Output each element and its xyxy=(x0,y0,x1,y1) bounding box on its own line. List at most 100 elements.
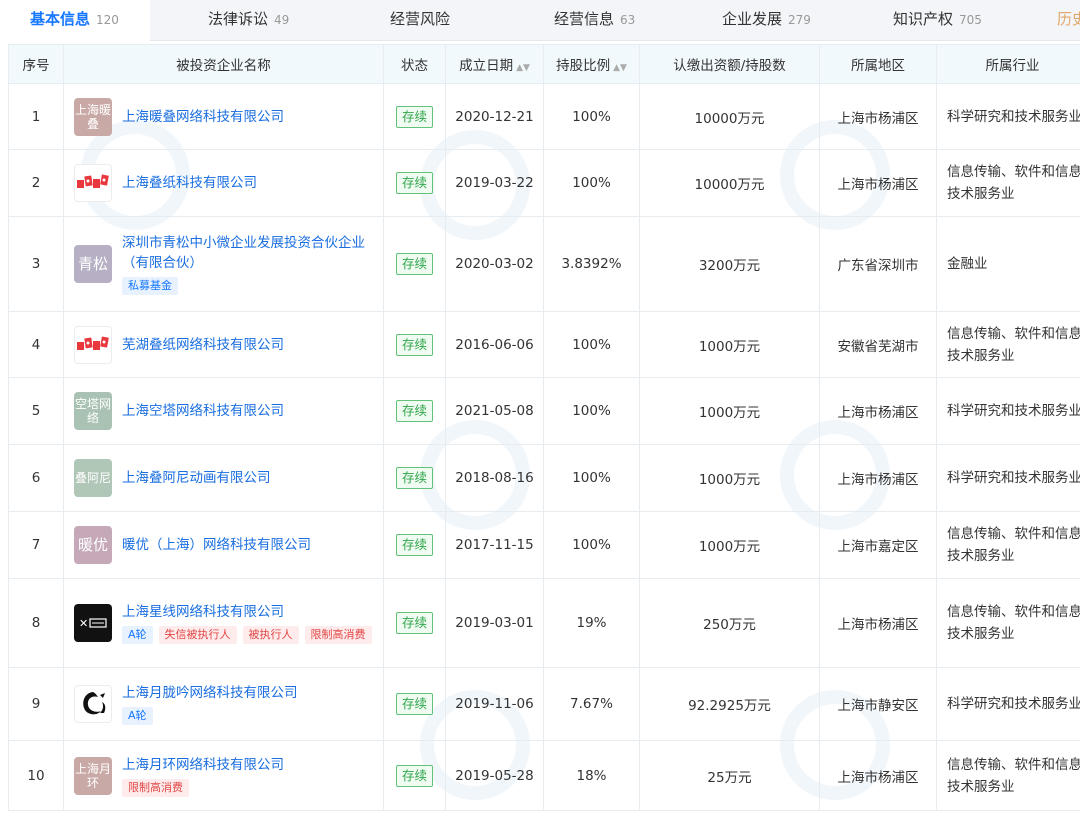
tab-history[interactable]: 历史 xyxy=(1057,0,1080,40)
region: 上海市杨浦区 xyxy=(819,377,937,445)
company-tag[interactable]: A轮 xyxy=(122,626,153,644)
status-badge: 存续 xyxy=(395,612,433,634)
company-tags: 限制高消费 xyxy=(122,778,284,797)
company-cell: 叠阿尼 上海叠阿尼动画有限公司 xyxy=(63,444,384,512)
company-tags: 私募基金 xyxy=(122,277,377,295)
status-cell: 存续 xyxy=(383,149,446,217)
founded-date: 2019-05-28 xyxy=(445,740,544,811)
table-row: 1 上海暖叠 上海暖叠网络科技有限公司 存续 2020-12-21 100% 10000万元… xyxy=(8,83,1080,150)
company-name-link[interactable]: 上海暖叠网络科技有限公司 xyxy=(122,107,284,127)
company-logo[interactable]: 上海暖叠 xyxy=(74,97,112,136)
founded-date: 2016-06-06 xyxy=(445,311,544,378)
region: 上海市杨浦区 xyxy=(819,149,937,217)
subscribed-capital: 3200万元 xyxy=(639,216,820,312)
xingxian-logo-icon[interactable]: ✕ xyxy=(74,604,112,642)
share-ratio: 100% xyxy=(543,149,640,217)
company-logo[interactable]: 空塔网络 xyxy=(74,392,112,430)
company-tag[interactable]: 被执行人 xyxy=(242,626,299,644)
col-capital: 认缴出资额/持股数 xyxy=(639,44,820,84)
industry: 科学研究和技术服务业 xyxy=(936,83,1080,150)
region: 上海市杨浦区 xyxy=(819,83,937,150)
company-tag[interactable]: A轮 xyxy=(122,707,153,725)
tab-operation[interactable]: 经营信息 63 xyxy=(554,0,635,40)
col-founded-date[interactable]: 成立日期 ▲▼ xyxy=(445,44,544,84)
status-cell: 存续 xyxy=(383,578,446,668)
founded-date: 2020-03-02 xyxy=(445,216,544,312)
company-logo[interactable]: 上海月环 xyxy=(74,756,112,795)
company-tag[interactable]: 私募基金 xyxy=(122,277,178,295)
sort-icon[interactable]: ▲▼ xyxy=(613,63,627,73)
row-index: 4 xyxy=(8,311,64,378)
company-name-link[interactable]: 深圳市青松中小微企业发展投资合伙企业（有限合伙） xyxy=(122,233,377,273)
company-name-link[interactable]: 上海叠阿尼动画有限公司 xyxy=(122,468,271,488)
status-cell: 存续 xyxy=(383,216,446,312)
company-name-link[interactable]: 上海月环网络科技有限公司 xyxy=(122,755,284,775)
company-tag[interactable]: 限制高消费 xyxy=(304,626,372,644)
dragon-logo-icon[interactable] xyxy=(74,685,112,723)
share-ratio: 100% xyxy=(543,311,640,378)
company-tag[interactable]: 失信被执行人 xyxy=(158,626,237,644)
table-row: 4 芜湖叠纸网络科技有限公司 存续 2016-06-06 100% 1000万元 安徽省芜湖… xyxy=(8,311,1080,378)
subscribed-capital: 1000万元 xyxy=(639,511,820,579)
industry: 科学研究和技术服务业 xyxy=(936,444,1080,512)
share-ratio: 100% xyxy=(543,377,640,445)
tab-legal[interactable]: 法律诉讼 49 xyxy=(208,0,289,40)
founded-date: 2018-08-16 xyxy=(445,444,544,512)
founded-date: 2021-05-08 xyxy=(445,377,544,445)
tab-risk[interactable]: 经营风险 xyxy=(390,0,450,40)
subscribed-capital: 1000万元 xyxy=(639,311,820,378)
company-logo[interactable]: 叠阿尼 xyxy=(74,459,112,497)
company-name-link[interactable]: 芜湖叠纸网络科技有限公司 xyxy=(122,335,284,355)
share-ratio: 7.67% xyxy=(543,667,640,741)
company-cell: 芜湖叠纸网络科技有限公司 xyxy=(63,311,384,378)
company-cell: 上海月胧吟网络科技有限公司 A轮 xyxy=(63,667,384,741)
share-ratio: 19% xyxy=(543,578,640,668)
tab-development[interactable]: 企业发展 279 xyxy=(722,0,811,40)
col-share-ratio[interactable]: 持股比例 ▲▼ xyxy=(543,44,640,84)
company-name-link[interactable]: 暖优（上海）网络科技有限公司 xyxy=(122,535,311,555)
row-index: 8 xyxy=(8,578,64,668)
tab-basic-info[interactable]: 基本信息 120 xyxy=(0,0,150,41)
industry: 信息传输、软件和信息技术服务业 xyxy=(936,311,1080,378)
industry: 信息传输、软件和信息技术服务业 xyxy=(936,578,1080,668)
company-logo[interactable]: 青松 xyxy=(74,245,112,283)
region: 上海市嘉定区 xyxy=(819,511,937,579)
status-cell: 存续 xyxy=(383,667,446,741)
diezhi-logo-icon[interactable] xyxy=(74,164,112,202)
company-cell: ✕ 上海星线网络科技有限公司 A轮 失信被执行人 被执行人 限制高消费 xyxy=(63,578,384,668)
status-cell: 存续 xyxy=(383,377,446,445)
tab-ip[interactable]: 知识产权 705 xyxy=(893,0,982,40)
company-name-link[interactable]: 上海空塔网络科技有限公司 xyxy=(122,401,284,421)
company-name-link[interactable]: 上海叠纸科技有限公司 xyxy=(122,173,257,193)
table-row: 9 上海月胧吟网络科技有限公司 A轮 存续 2019-11-06 7.67% 92.2925… xyxy=(8,667,1080,741)
sort-icon[interactable]: ▲▼ xyxy=(516,63,530,73)
subscribed-capital: 1000万元 xyxy=(639,377,820,445)
table-row: 10 上海月环 上海月环网络科技有限公司 限制高消费 存续 2019-05-28 18% 25… xyxy=(8,740,1080,811)
table-row: 5 空塔网络 上海空塔网络科技有限公司 存续 2021-05-08 100% 1000万元上… xyxy=(8,377,1080,445)
region: 安徽省芜湖市 xyxy=(819,311,937,378)
svg-text:✕: ✕ xyxy=(79,617,88,630)
industry: 信息传输、软件和信息技术服务业 xyxy=(936,149,1080,217)
row-index: 7 xyxy=(8,511,64,579)
company-cell: 上海叠纸科技有限公司 xyxy=(63,149,384,217)
industry: 科学研究和技术服务业 xyxy=(936,377,1080,445)
subscribed-capital: 25万元 xyxy=(639,740,820,811)
subscribed-capital: 10000万元 xyxy=(639,83,820,150)
row-index: 1 xyxy=(8,83,64,150)
row-index: 6 xyxy=(8,444,64,512)
table-row: 2 上海叠纸科技有限公司 存续 2019-03-22 100% 10000万元 上海市杨浦区… xyxy=(8,149,1080,217)
subscribed-capital: 92.2925万元 xyxy=(639,667,820,741)
col-status: 状态 xyxy=(383,44,446,84)
status-badge: 存续 xyxy=(395,534,433,556)
row-index: 10 xyxy=(8,740,64,811)
company-name-link[interactable]: 上海月胧吟网络科技有限公司 xyxy=(122,683,298,703)
company-tag[interactable]: 限制高消费 xyxy=(122,778,189,797)
company-name-link[interactable]: 上海星线网络科技有限公司 xyxy=(122,602,372,622)
company-cell: 暖优 暖优（上海）网络科技有限公司 xyxy=(63,511,384,579)
industry: 科学研究和技术服务业 xyxy=(936,667,1080,741)
share-ratio: 100% xyxy=(543,444,640,512)
diezhi-logo-icon[interactable] xyxy=(74,325,112,364)
col-industry: 所属行业 xyxy=(936,44,1080,84)
status-badge: 存续 xyxy=(395,693,433,715)
company-logo[interactable]: 暖优 xyxy=(74,526,112,564)
